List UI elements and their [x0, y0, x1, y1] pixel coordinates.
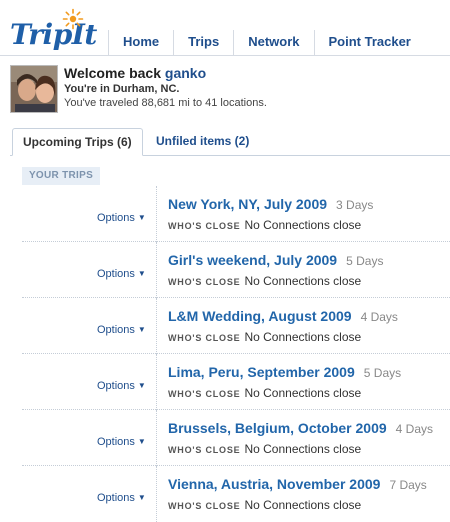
- your-trips-label: YOUR TRIPS: [22, 167, 100, 185]
- trip-row: Options ▼ Girl's weekend, July 2009 5 Days…: [22, 242, 450, 298]
- trip-duration: 4 Days: [395, 422, 433, 436]
- whos-close-row: WHO'S CLOSE No Connections close: [168, 386, 361, 400]
- options-label: Options: [97, 324, 135, 336]
- trip-title[interactable]: Lima, Peru, September 2009: [168, 364, 355, 380]
- options-label: Options: [97, 268, 135, 280]
- trip-row: Options ▼ Vienna, Austria, November 2009 7…: [22, 466, 450, 522]
- trip-duration: 4 Days: [360, 310, 398, 324]
- whos-close-value: No Connections close: [244, 442, 362, 456]
- whos-close-label: WHO'S CLOSE: [168, 333, 241, 343]
- trip-tabs: Upcoming Trips (6) Unfiled items (2): [10, 128, 450, 156]
- whos-close-row: WHO'S CLOSE No Connections close: [168, 442, 361, 456]
- trip-header: L&M Wedding, August 2009 4 Days: [168, 308, 398, 326]
- trip-duration: 7 Days: [389, 478, 427, 492]
- header-divider: [0, 55, 450, 56]
- nav-trips[interactable]: Trips: [173, 30, 233, 56]
- avatar[interactable]: [10, 65, 58, 113]
- column-divider: [156, 298, 157, 354]
- tab-upcoming-trips[interactable]: Upcoming Trips (6): [12, 128, 143, 156]
- caret-down-icon: ▼: [137, 493, 146, 502]
- trip-options-button[interactable]: Options ▼: [97, 324, 146, 336]
- current-location: You're in Durham, NC.: [64, 83, 180, 95]
- trip-options-button[interactable]: Options ▼: [97, 436, 146, 448]
- welcome-username[interactable]: ganko: [165, 65, 206, 81]
- caret-down-icon: ▼: [137, 325, 146, 334]
- whos-close-row: WHO'S CLOSE No Connections close: [168, 274, 361, 288]
- trip-header: New York, NY, July 2009 3 Days: [168, 196, 373, 214]
- trip-header: Lima, Peru, September 2009 5 Days: [168, 364, 401, 382]
- trip-options-button[interactable]: Options ▼: [97, 492, 146, 504]
- trip-duration: 5 Days: [346, 254, 384, 268]
- trip-duration: 5 Days: [363, 366, 402, 380]
- header: TripIt Home Trips Network Point Tracker: [0, 0, 450, 56]
- options-label: Options: [97, 492, 135, 504]
- trip-row: Options ▼ Brussels, Belgium, October 2009…: [22, 410, 450, 466]
- trip-header: Girl's weekend, July 2009 5 Days: [168, 252, 383, 270]
- welcome-heading: Welcome back ganko: [64, 64, 444, 82]
- whos-close-label: WHO'S CLOSE: [168, 221, 241, 231]
- travel-stats: You've traveled 88,681 mi to 41 location…: [64, 97, 267, 109]
- trip-options-button[interactable]: Options ▼: [97, 212, 146, 224]
- trip-header: Brussels, Belgium, October 2009 4 Days: [168, 420, 433, 438]
- trip-row: Options ▼ New York, NY, July 2009 3 Days W…: [22, 186, 450, 242]
- welcome-greeting: Welcome back: [64, 65, 162, 81]
- welcome-block: Welcome back ganko You're in Durham, NC.…: [64, 64, 444, 110]
- trip-title[interactable]: Vienna, Austria, November 2009: [168, 476, 380, 492]
- trip-title[interactable]: Girl's weekend, July 2009: [168, 252, 337, 268]
- whos-close-label: WHO'S CLOSE: [168, 501, 241, 511]
- trip-row: Options ▼ Lima, Peru, September 2009 5 Day…: [22, 354, 450, 410]
- caret-down-icon: ▼: [137, 269, 146, 278]
- nav-point-tracker[interactable]: Point Tracker: [313, 30, 425, 56]
- options-label: Options: [97, 212, 135, 224]
- avatar-photo: [11, 66, 57, 112]
- caret-down-icon: ▼: [137, 213, 146, 222]
- caret-down-icon: ▼: [137, 437, 146, 446]
- main-nav: Home Trips Network Point Tracker: [108, 30, 425, 56]
- whos-close-row: WHO'S CLOSE No Connections close: [168, 498, 361, 512]
- tab-unfiled-items[interactable]: Unfiled items (2): [146, 128, 259, 156]
- whos-close-value: No Connections close: [244, 498, 362, 512]
- options-label: Options: [97, 380, 135, 392]
- column-divider: [156, 186, 157, 242]
- whos-close-value: No Connections close: [244, 274, 362, 288]
- trip-title[interactable]: Brussels, Belgium, October 2009: [168, 420, 387, 436]
- options-label: Options: [97, 436, 135, 448]
- column-divider: [156, 354, 157, 410]
- whos-close-value: No Connections close: [244, 218, 362, 232]
- whos-close-value: No Connections close: [244, 386, 362, 400]
- trip-title[interactable]: L&M Wedding, August 2009: [168, 308, 352, 324]
- whos-close-label: WHO'S CLOSE: [168, 277, 241, 287]
- tripit-logo[interactable]: TripIt: [10, 8, 98, 51]
- trip-duration: 3 Days: [336, 198, 374, 212]
- whos-close-row: WHO'S CLOSE No Connections close: [168, 218, 361, 232]
- sun-icon: [62, 8, 84, 30]
- whos-close-label: WHO'S CLOSE: [168, 389, 241, 399]
- trip-options-button[interactable]: Options ▼: [97, 380, 146, 392]
- nav-home[interactable]: Home: [108, 30, 173, 56]
- nav-network[interactable]: Network: [233, 30, 313, 56]
- trip-title[interactable]: New York, NY, July 2009: [168, 196, 327, 212]
- whos-close-row: WHO'S CLOSE No Connections close: [168, 330, 361, 344]
- whos-close-label: WHO'S CLOSE: [168, 445, 241, 455]
- trip-row: Options ▼ L&M Wedding, August 2009 4 Days …: [22, 298, 450, 354]
- column-divider: [156, 466, 157, 522]
- column-divider: [156, 410, 157, 466]
- trip-header: Vienna, Austria, November 2009 7 Days: [168, 476, 427, 494]
- column-divider: [156, 242, 157, 298]
- trip-options-button[interactable]: Options ▼: [97, 268, 146, 280]
- caret-down-icon: ▼: [137, 381, 146, 390]
- whos-close-value: No Connections close: [244, 330, 362, 344]
